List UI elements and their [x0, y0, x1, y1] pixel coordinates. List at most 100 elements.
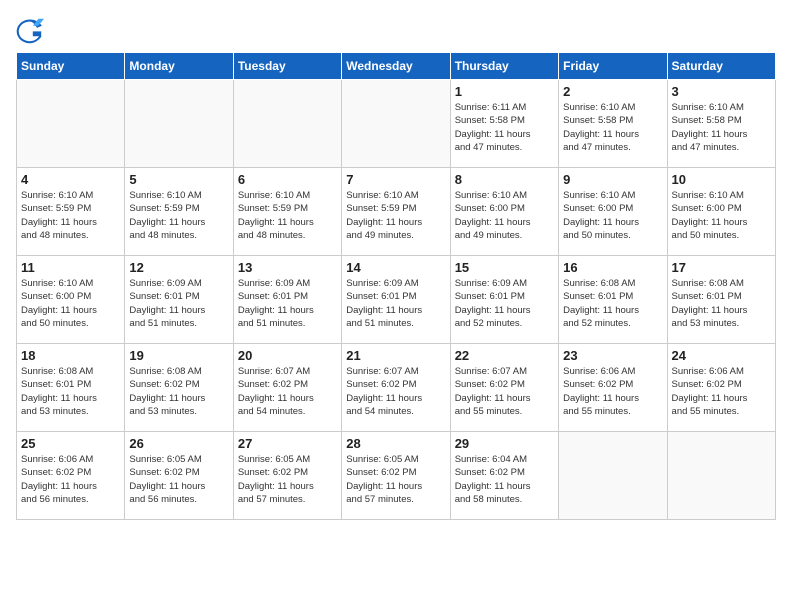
day-info: Sunrise: 6:07 AM Sunset: 6:02 PM Dayligh…	[238, 365, 337, 418]
day-number: 27	[238, 436, 337, 451]
calendar-week-row: 4 Sunrise: 6:10 AM Sunset: 5:59 PM Daylig…	[17, 168, 776, 256]
table-row	[667, 432, 775, 520]
day-number: 6	[238, 172, 337, 187]
page-header	[16, 16, 776, 44]
table-row	[342, 80, 450, 168]
col-friday: Friday	[559, 53, 667, 80]
day-info: Sunrise: 6:06 AM Sunset: 6:02 PM Dayligh…	[21, 453, 120, 506]
day-info: Sunrise: 6:10 AM Sunset: 6:00 PM Dayligh…	[563, 189, 662, 242]
day-number: 17	[672, 260, 771, 275]
day-info: Sunrise: 6:09 AM Sunset: 6:01 PM Dayligh…	[129, 277, 228, 330]
table-row: 4 Sunrise: 6:10 AM Sunset: 5:59 PM Daylig…	[17, 168, 125, 256]
day-number: 12	[129, 260, 228, 275]
table-row	[17, 80, 125, 168]
day-number: 21	[346, 348, 445, 363]
day-number: 28	[346, 436, 445, 451]
table-row	[233, 80, 341, 168]
table-row	[125, 80, 233, 168]
day-number: 11	[21, 260, 120, 275]
table-row: 11 Sunrise: 6:10 AM Sunset: 6:00 PM Dayli…	[17, 256, 125, 344]
day-number: 24	[672, 348, 771, 363]
day-info: Sunrise: 6:09 AM Sunset: 6:01 PM Dayligh…	[346, 277, 445, 330]
calendar-week-row: 11 Sunrise: 6:10 AM Sunset: 6:00 PM Dayli…	[17, 256, 776, 344]
table-row: 18Sunrise: 6:08 AM Sunset: 6:01 PM Dayli…	[17, 344, 125, 432]
table-row: 7 Sunrise: 6:10 AM Sunset: 5:59 PM Daylig…	[342, 168, 450, 256]
day-info: Sunrise: 6:04 AM Sunset: 6:02 PM Dayligh…	[455, 453, 554, 506]
day-number: 1	[455, 84, 554, 99]
day-number: 29	[455, 436, 554, 451]
table-row: 26 Sunrise: 6:05 AM Sunset: 6:02 PM Dayli…	[125, 432, 233, 520]
day-info: Sunrise: 6:07 AM Sunset: 6:02 PM Dayligh…	[346, 365, 445, 418]
day-info: Sunrise: 6:06 AM Sunset: 6:02 PM Dayligh…	[563, 365, 662, 418]
day-number: 2	[563, 84, 662, 99]
table-row: 12 Sunrise: 6:09 AM Sunset: 6:01 PM Dayli…	[125, 256, 233, 344]
day-number: 7	[346, 172, 445, 187]
day-number: 23	[563, 348, 662, 363]
day-info: Sunrise: 6:08 AM Sunset: 6:02 PM Dayligh…	[129, 365, 228, 418]
table-row: 17Sunrise: 6:08 AM Sunset: 6:01 PM Dayli…	[667, 256, 775, 344]
day-number: 5	[129, 172, 228, 187]
table-row: 14 Sunrise: 6:09 AM Sunset: 6:01 PM Dayli…	[342, 256, 450, 344]
table-row: 8Sunrise: 6:10 AM Sunset: 6:00 PM Daylig…	[450, 168, 558, 256]
table-row: 21 Sunrise: 6:07 AM Sunset: 6:02 PM Dayli…	[342, 344, 450, 432]
logo-icon	[16, 16, 44, 44]
col-sunday: Sunday	[17, 53, 125, 80]
day-number: 13	[238, 260, 337, 275]
calendar-header-row: Sunday Monday Tuesday Wednesday Thursday…	[17, 53, 776, 80]
table-row: 6Sunrise: 6:10 AM Sunset: 5:59 PM Daylig…	[233, 168, 341, 256]
table-row: 23 Sunrise: 6:06 AM Sunset: 6:02 PM Dayli…	[559, 344, 667, 432]
day-number: 3	[672, 84, 771, 99]
calendar-week-row: 18Sunrise: 6:08 AM Sunset: 6:01 PM Dayli…	[17, 344, 776, 432]
day-info: Sunrise: 6:06 AM Sunset: 6:02 PM Dayligh…	[672, 365, 771, 418]
table-row: 10 Sunrise: 6:10 AM Sunset: 6:00 PM Dayli…	[667, 168, 775, 256]
day-info: Sunrise: 6:10 AM Sunset: 6:00 PM Dayligh…	[672, 189, 771, 242]
day-info: Sunrise: 6:05 AM Sunset: 6:02 PM Dayligh…	[129, 453, 228, 506]
calendar-week-row: 1 Sunrise: 6:11 AM Sunset: 5:58 PM Daylig…	[17, 80, 776, 168]
table-row: 5 Sunrise: 6:10 AM Sunset: 5:59 PM Daylig…	[125, 168, 233, 256]
col-tuesday: Tuesday	[233, 53, 341, 80]
col-wednesday: Wednesday	[342, 53, 450, 80]
table-row: 9 Sunrise: 6:10 AM Sunset: 6:00 PM Daylig…	[559, 168, 667, 256]
day-info: Sunrise: 6:10 AM Sunset: 5:58 PM Dayligh…	[563, 101, 662, 154]
table-row: 22 Sunrise: 6:07 AM Sunset: 6:02 PM Dayli…	[450, 344, 558, 432]
day-number: 26	[129, 436, 228, 451]
table-row: 1 Sunrise: 6:11 AM Sunset: 5:58 PM Daylig…	[450, 80, 558, 168]
table-row: 20 Sunrise: 6:07 AM Sunset: 6:02 PM Dayli…	[233, 344, 341, 432]
day-info: Sunrise: 6:05 AM Sunset: 6:02 PM Dayligh…	[346, 453, 445, 506]
day-number: 9	[563, 172, 662, 187]
day-info: Sunrise: 6:10 AM Sunset: 5:59 PM Dayligh…	[129, 189, 228, 242]
table-row: 25 Sunrise: 6:06 AM Sunset: 6:02 PM Dayli…	[17, 432, 125, 520]
col-monday: Monday	[125, 53, 233, 80]
day-number: 25	[21, 436, 120, 451]
col-saturday: Saturday	[667, 53, 775, 80]
day-info: Sunrise: 6:11 AM Sunset: 5:58 PM Dayligh…	[455, 101, 554, 154]
day-number: 15	[455, 260, 554, 275]
table-row: 24 Sunrise: 6:06 AM Sunset: 6:02 PM Dayli…	[667, 344, 775, 432]
day-info: Sunrise: 6:05 AM Sunset: 6:02 PM Dayligh…	[238, 453, 337, 506]
day-info: Sunrise: 6:10 AM Sunset: 5:59 PM Dayligh…	[21, 189, 120, 242]
day-number: 20	[238, 348, 337, 363]
day-info: Sunrise: 6:10 AM Sunset: 5:59 PM Dayligh…	[346, 189, 445, 242]
day-number: 22	[455, 348, 554, 363]
day-number: 4	[21, 172, 120, 187]
table-row: 27 Sunrise: 6:05 AM Sunset: 6:02 PM Dayli…	[233, 432, 341, 520]
day-info: Sunrise: 6:10 AM Sunset: 6:00 PM Dayligh…	[21, 277, 120, 330]
day-info: Sunrise: 6:08 AM Sunset: 6:01 PM Dayligh…	[563, 277, 662, 330]
table-row: 19 Sunrise: 6:08 AM Sunset: 6:02 PM Dayli…	[125, 344, 233, 432]
calendar-week-row: 25 Sunrise: 6:06 AM Sunset: 6:02 PM Dayli…	[17, 432, 776, 520]
day-info: Sunrise: 6:09 AM Sunset: 6:01 PM Dayligh…	[455, 277, 554, 330]
day-info: Sunrise: 6:09 AM Sunset: 6:01 PM Dayligh…	[238, 277, 337, 330]
day-info: Sunrise: 6:10 AM Sunset: 5:58 PM Dayligh…	[672, 101, 771, 154]
day-number: 14	[346, 260, 445, 275]
day-number: 18	[21, 348, 120, 363]
table-row: 13 Sunrise: 6:09 AM Sunset: 6:01 PM Dayli…	[233, 256, 341, 344]
table-row: 3 Sunrise: 6:10 AM Sunset: 5:58 PM Daylig…	[667, 80, 775, 168]
day-info: Sunrise: 6:07 AM Sunset: 6:02 PM Dayligh…	[455, 365, 554, 418]
table-row: 2 Sunrise: 6:10 AM Sunset: 5:58 PM Daylig…	[559, 80, 667, 168]
table-row: 16 Sunrise: 6:08 AM Sunset: 6:01 PM Dayli…	[559, 256, 667, 344]
table-row	[559, 432, 667, 520]
table-row: 29 Sunrise: 6:04 AM Sunset: 6:02 PM Dayli…	[450, 432, 558, 520]
day-number: 16	[563, 260, 662, 275]
day-number: 19	[129, 348, 228, 363]
day-number: 10	[672, 172, 771, 187]
